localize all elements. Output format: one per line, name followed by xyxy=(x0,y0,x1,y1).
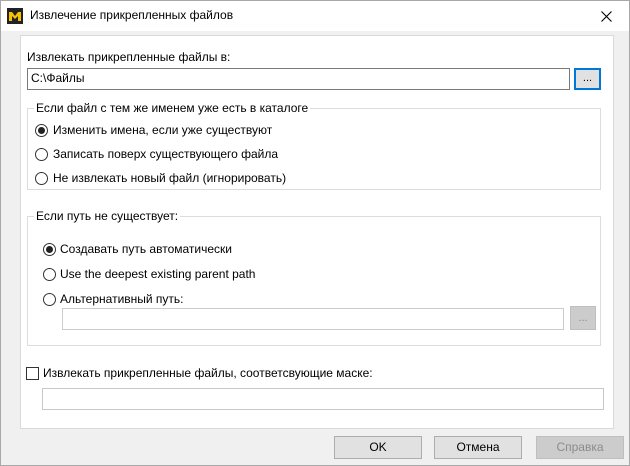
extract-path-input[interactable]: C:\Файлы xyxy=(27,68,570,90)
deepest-parent-radio[interactable] xyxy=(43,268,56,281)
browse-alt-path-button[interactable]: ... xyxy=(570,306,596,330)
overwrite-option-label[interactable]: Записать поверх существующего файла xyxy=(53,147,278,161)
help-button[interactable]: Справка xyxy=(536,436,624,459)
existing-file-group: Если файл с тем же именем уже есть в кат… xyxy=(27,101,601,190)
alt-path-input[interactable] xyxy=(62,308,564,330)
skip-radio[interactable] xyxy=(35,172,48,185)
mask-label[interactable]: Извлекать прикрепленные файлы, соответсв… xyxy=(43,366,373,380)
skip-option-label[interactable]: Не извлекать новый файл (игнорировать) xyxy=(53,171,286,185)
overwrite-radio[interactable] xyxy=(35,148,48,161)
app-icon xyxy=(7,8,23,24)
close-icon xyxy=(600,10,612,22)
mask-input[interactable] xyxy=(42,388,604,410)
existing-file-group-title: Если файл с тем же именем уже есть в кат… xyxy=(34,101,311,115)
extract-to-label: Извлекать прикрепленные файлы в: xyxy=(27,50,231,64)
ok-button[interactable]: OK xyxy=(334,436,422,459)
title-bar[interactable]: Извлечение прикрепленных файлов xyxy=(1,1,629,31)
alt-path-option-label[interactable]: Альтернативный путь: xyxy=(60,292,184,306)
create-path-option-label[interactable]: Создавать путь автоматически xyxy=(60,242,232,256)
dialog-body: Извлекать прикрепленные файлы в: C:\Файл… xyxy=(1,31,629,465)
cancel-button[interactable]: Отмена xyxy=(434,436,522,459)
mask-checkbox[interactable] xyxy=(26,367,39,380)
window-title: Извлечение прикрепленных файлов xyxy=(30,8,234,22)
rename-option-label[interactable]: Изменить имена, если уже существуют xyxy=(53,123,272,137)
dialog-window: Извлечение прикрепленных файлов Извлекат… xyxy=(0,0,630,466)
create-path-radio[interactable] xyxy=(43,243,56,256)
options-panel: Извлекать прикрепленные файлы в: C:\Файл… xyxy=(20,35,614,429)
alt-path-radio[interactable] xyxy=(43,293,56,306)
missing-path-group: Если путь не существует: Создавать путь … xyxy=(27,209,601,346)
deepest-parent-option-label[interactable]: Use the deepest existing parent path xyxy=(60,267,255,281)
missing-path-group-title: Если путь не существует: xyxy=(34,209,181,223)
browse-extract-path-button[interactable]: ... xyxy=(574,68,601,90)
close-button[interactable] xyxy=(583,1,629,31)
rename-radio[interactable] xyxy=(35,124,48,137)
